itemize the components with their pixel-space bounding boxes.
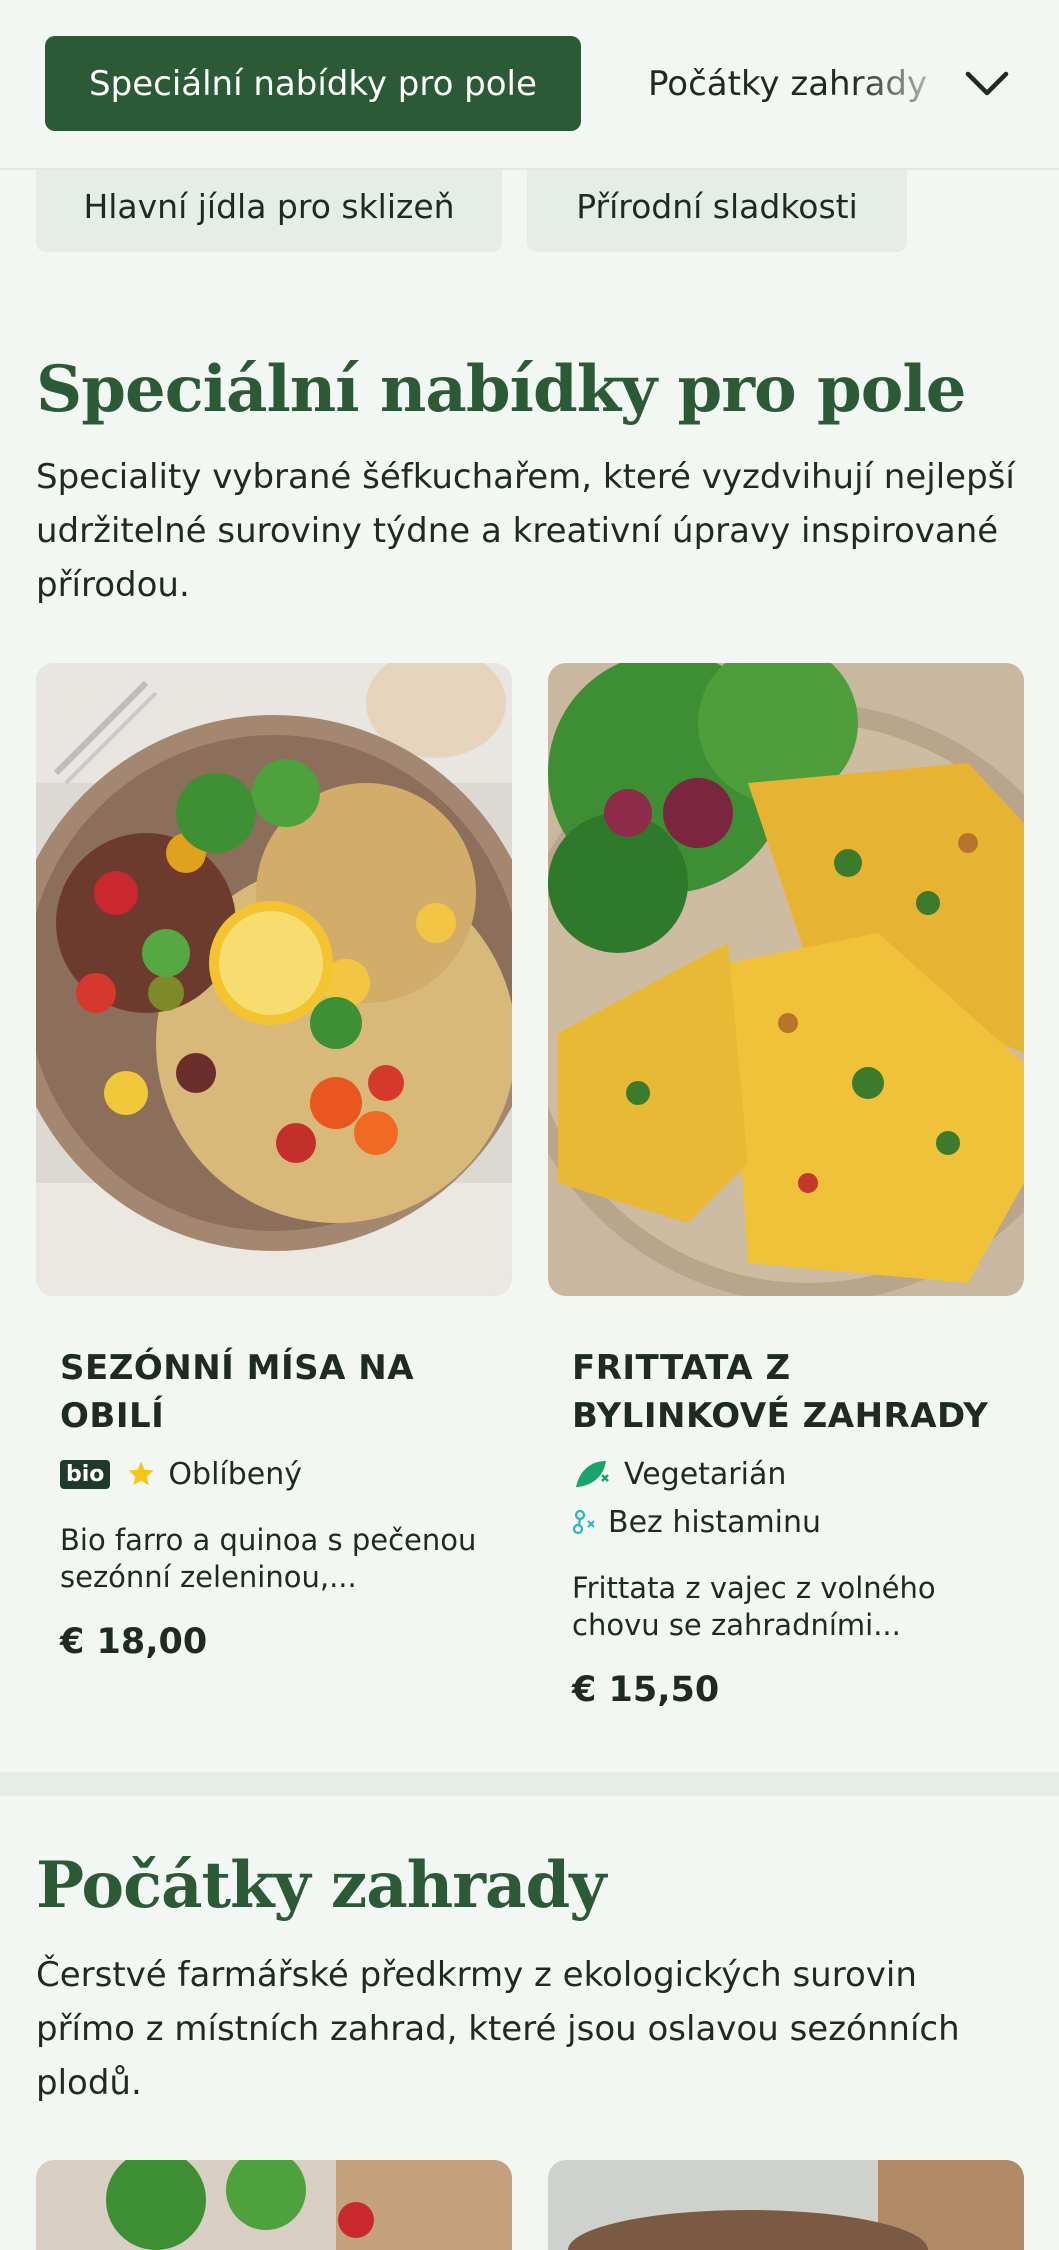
tag-label: Oblíbený bbox=[168, 1456, 302, 1492]
menu-item-card[interactable]: Sezónní mísa na obilí bio Oblíbený Bio f… bbox=[36, 663, 512, 1662]
chevron-down-icon[interactable] bbox=[960, 60, 1014, 108]
category-tab[interactable]: Hlavní jídla pro sklizeň bbox=[36, 160, 502, 252]
category-tab[interactable]: Přírodní sladkosti bbox=[527, 160, 907, 252]
tag-histamine-free: Bez histaminu bbox=[572, 1498, 1000, 1546]
category-tab-label: Počátky zahrady bbox=[648, 63, 928, 104]
tag-vegetarian: Vegetarián bbox=[572, 1450, 1000, 1498]
category-tab-active[interactable]: Speciální nabídky pro pole bbox=[45, 36, 581, 131]
category-tab-label: Speciální nabídky pro pole bbox=[89, 63, 537, 104]
dish-photo bbox=[548, 663, 1024, 1296]
star-icon bbox=[126, 1459, 156, 1489]
histamine-free-icon bbox=[572, 1507, 596, 1537]
section-title: Počátky zahrady bbox=[36, 1848, 606, 1923]
section-divider bbox=[0, 1772, 1059, 1796]
dish-description: Bio farro a quinoa s pečenou sezónní zel… bbox=[60, 1523, 477, 1594]
tag-popular: bio Oblíbený bbox=[60, 1450, 488, 1498]
category-tab-label: Hlavní jídla pro sklizeň bbox=[83, 186, 455, 226]
dish-photo[interactable] bbox=[36, 2160, 512, 2250]
dish-tags: bio Oblíbený bbox=[60, 1450, 488, 1498]
dish-description: Frittata z vajec z volného chovu se zahr… bbox=[572, 1571, 936, 1642]
dish-name: Frittata z bylinkové zahrady bbox=[572, 1348, 989, 1436]
dish-photo[interactable] bbox=[548, 2160, 1024, 2250]
menu-item-card[interactable]: Frittata z bylinkové zahrady Vegetarián bbox=[548, 663, 1024, 1710]
dish-tags: Vegetarián Bez histaminu bbox=[572, 1450, 1000, 1546]
dish-name: Sezónní mísa na obilí bbox=[60, 1348, 415, 1436]
tag-label: Vegetarián bbox=[624, 1456, 787, 1492]
category-nav: Speciální nabídky pro pole Počátky zahra… bbox=[0, 0, 1059, 170]
section-title: Speciální nabídky pro pole bbox=[36, 352, 966, 427]
section-description: Speciality vybrané šéfkuchařem, které vy… bbox=[36, 457, 1015, 605]
dish-photo bbox=[36, 663, 512, 1296]
dish-price: € 15,50 bbox=[572, 1670, 720, 1710]
category-list: Hlavní jídla pro sklizeň Přírodní sladko… bbox=[0, 160, 1059, 252]
section-description: Čerstvé farmářské předkrmy z ekologickýc… bbox=[36, 1955, 960, 2103]
category-tab-label: Přírodní sladkosti bbox=[576, 186, 858, 226]
tag-label: Bez histaminu bbox=[608, 1504, 822, 1540]
leaf-icon bbox=[572, 1457, 612, 1491]
dish-price: € 18,00 bbox=[60, 1622, 208, 1662]
category-tab-next[interactable]: Počátky zahrady bbox=[648, 36, 948, 131]
bio-badge: bio bbox=[60, 1459, 111, 1489]
